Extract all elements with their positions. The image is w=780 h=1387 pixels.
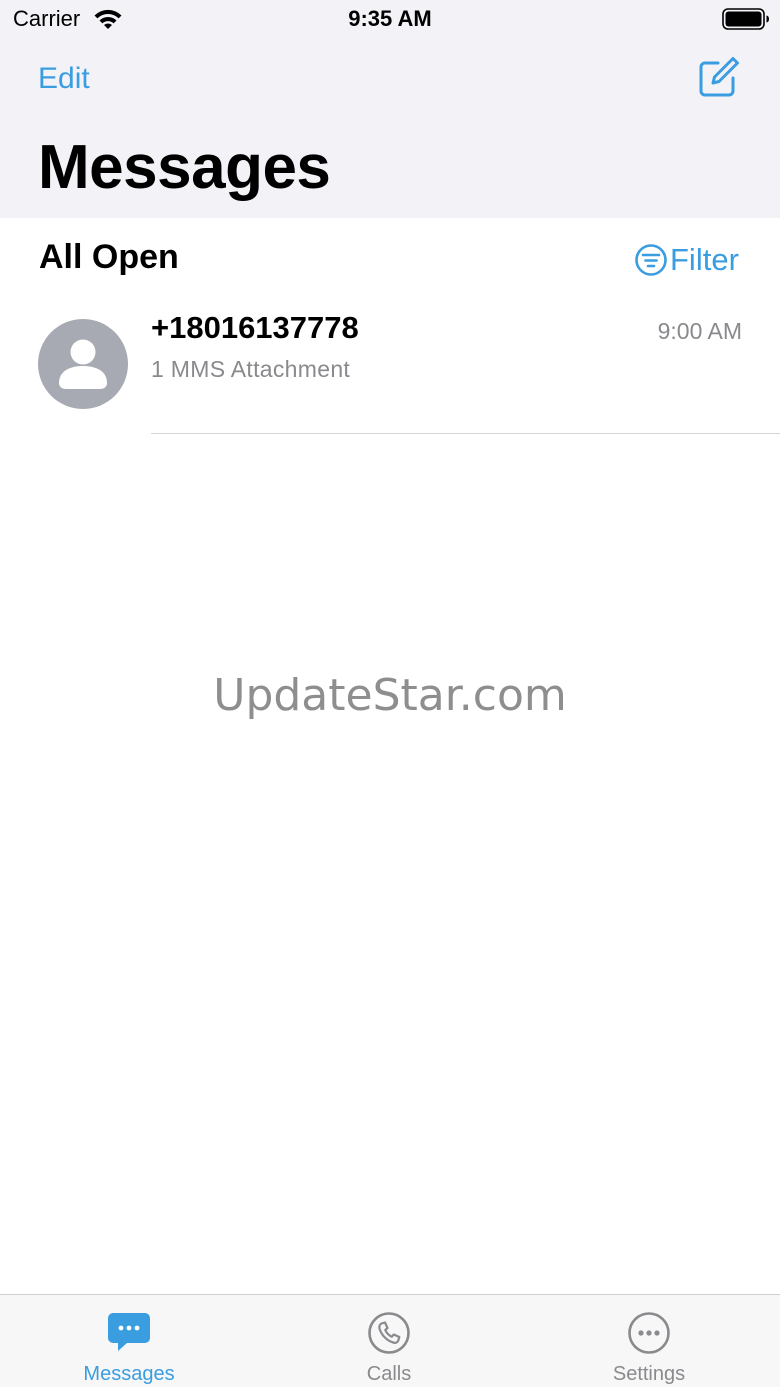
battery-icon — [722, 8, 769, 30]
compose-icon[interactable] — [696, 56, 740, 100]
page-title: Messages — [38, 133, 331, 202]
tab-bar: Messages Calls Settings — [0, 1294, 780, 1387]
messages-screen: Carrier 9:35 AM Edit Messages All Open F… — [0, 0, 780, 1387]
message-preview: 1 MMS Attachment — [151, 356, 351, 382]
tab-calls[interactable]: Calls — [289, 1295, 489, 1387]
clock: 9:35 AM — [348, 6, 432, 31]
tab-label: Messages — [83, 1363, 175, 1385]
section-title: All Open — [39, 238, 179, 276]
filter-icon — [635, 244, 667, 276]
watermark: UpdateStar.com — [213, 670, 567, 721]
tab-label: Calls — [366, 1363, 412, 1385]
tab-label: Settings — [612, 1363, 686, 1385]
conversation-row[interactable]: +18016137778 1 MMS Attachment 9:00 AM — [0, 298, 780, 434]
navigation-header: Edit Messages — [0, 40, 780, 218]
filter-row: All Open Filter — [0, 218, 780, 298]
status-bar: Carrier 9:35 AM — [0, 0, 780, 40]
avatar — [38, 319, 128, 409]
tab-settings[interactable]: Settings — [549, 1295, 749, 1387]
edit-button[interactable]: Edit — [38, 62, 90, 96]
person-icon — [59, 339, 107, 389]
tab-messages[interactable]: Messages — [29, 1295, 229, 1387]
chat-bubble-icon — [108, 1313, 150, 1351]
message-time: 9:00 AM — [657, 318, 742, 344]
filter-button[interactable]: Filter — [634, 240, 739, 280]
contact-name: +18016137778 — [151, 310, 359, 345]
more-icon — [628, 1312, 670, 1354]
row-divider — [151, 433, 780, 434]
phone-icon — [368, 1312, 410, 1354]
filter-label: Filter — [670, 242, 739, 277]
